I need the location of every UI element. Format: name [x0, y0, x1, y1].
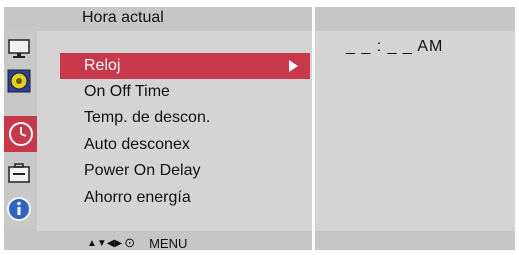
menu-item-label: Power On Delay [84, 162, 201, 179]
menu-item-label: On Off Time [84, 83, 170, 100]
menu-item-temp-descon[interactable]: Temp. de descon. [60, 105, 310, 131]
menu-item-label: Ahorro energía [84, 189, 191, 206]
menu-item-on-off-time[interactable]: On Off Time [60, 79, 310, 105]
menu-item-power-on-delay[interactable]: Power On Delay [60, 158, 310, 184]
info-icon[interactable] [6, 196, 32, 222]
page-title: Hora actual [82, 9, 164, 26]
submenu-arrow-icon [289, 60, 298, 72]
osd-menu-screen: Hora actual Reloj On Off Time Temp. de d… [0, 0, 519, 255]
disc-icon[interactable] [6, 68, 32, 94]
enter-button-icon: ⊙ [124, 235, 136, 250]
toolbox-icon[interactable] [6, 160, 32, 186]
menu-item-label: Temp. de descon. [84, 109, 211, 126]
menu-button-label: MENU [149, 235, 188, 251]
footer-bar-right [315, 231, 515, 250]
header-bar-right [315, 7, 515, 31]
monitor-icon[interactable] [6, 36, 32, 62]
menu-item-ahorro-energia[interactable]: Ahorro energía [60, 185, 310, 211]
menu-item-label: Reloj [84, 57, 121, 74]
nav-arrows-icon: ▲▼◀▶ [87, 237, 123, 249]
footer-nav-hint: ▲▼◀▶ ⊙ MENU [87, 235, 187, 251]
menu-item-label: Auto desconex [84, 136, 190, 153]
current-time-value: _ _ : _ _ AM [346, 38, 444, 55]
clock-icon[interactable] [4, 116, 37, 152]
menu-item-reloj[interactable]: Reloj [60, 53, 310, 79]
menu-item-auto-desconex[interactable]: Auto desconex [60, 132, 310, 158]
